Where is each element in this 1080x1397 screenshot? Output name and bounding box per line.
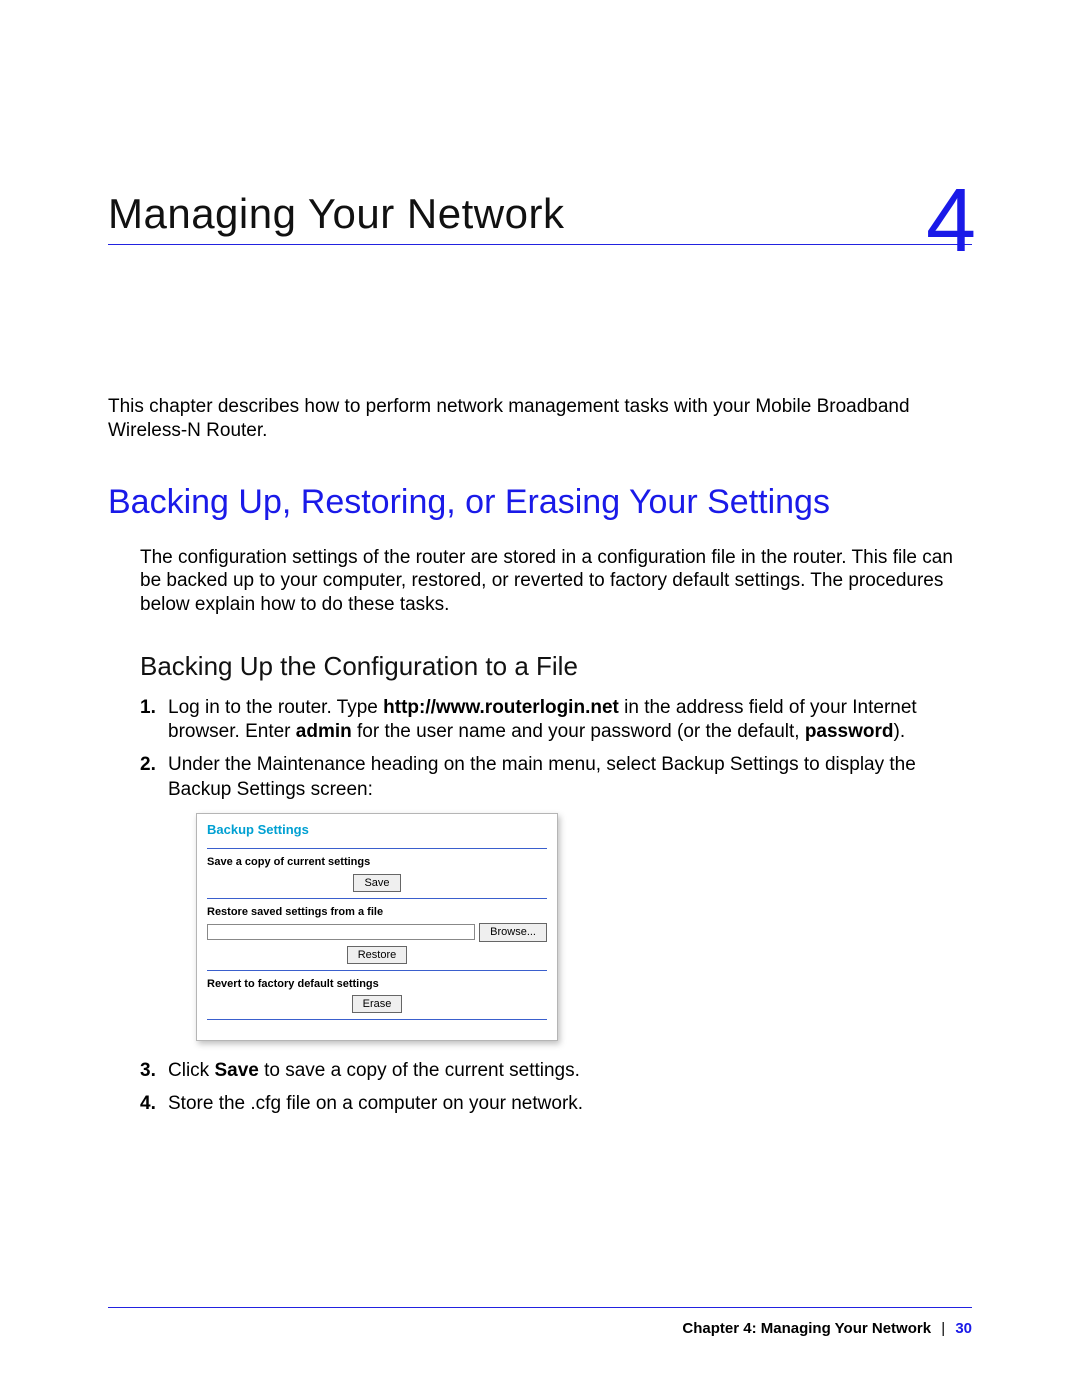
- chapter-intro: This chapter describes how to perform ne…: [108, 395, 972, 443]
- step-text-bold: http://www.routerlogin.net: [383, 697, 619, 718]
- step-item: Log in to the router. Type http://www.ro…: [140, 696, 972, 745]
- step-text: Store the .cfg file on a computer on you…: [168, 1093, 583, 1114]
- divider: [207, 1019, 547, 1020]
- step-text: Log in to the router. Type: [168, 697, 383, 718]
- restore-button[interactable]: Restore: [347, 946, 408, 964]
- chapter-header: Managing Your Network 4: [108, 190, 972, 245]
- save-row: Save: [207, 874, 547, 892]
- page-footer: Chapter 4: Managing Your Network | 30: [108, 1307, 972, 1337]
- section-intro: The configuration settings of the router…: [140, 546, 972, 617]
- backup-settings-screenshot: Backup Settings Save a copy of current s…: [196, 813, 558, 1042]
- restore-row: Restore: [207, 946, 547, 964]
- footer-chapter-label: Chapter 4: Managing Your Network: [682, 1320, 931, 1337]
- step-list: Log in to the router. Type http://www.ro…: [140, 696, 972, 1117]
- step-text: Click: [168, 1060, 214, 1081]
- revert-label: Revert to factory default settings: [207, 977, 547, 991]
- footer-page-number: 30: [955, 1320, 972, 1337]
- step-text: to save a copy of the current settings.: [259, 1060, 580, 1081]
- step-text-bold: password: [805, 721, 894, 742]
- step-text: for the user name and your password (or …: [352, 721, 805, 742]
- document-page: Managing Your Network 4 This chapter des…: [0, 0, 1080, 1397]
- divider: [207, 898, 547, 899]
- section-body: The configuration settings of the router…: [140, 546, 972, 1117]
- erase-row: Erase: [207, 995, 547, 1013]
- footer-line: Chapter 4: Managing Your Network | 30: [108, 1320, 972, 1337]
- browse-button[interactable]: Browse...: [479, 923, 547, 941]
- section-heading: Backing Up, Restoring, or Erasing Your S…: [108, 483, 972, 522]
- divider: [207, 848, 547, 849]
- file-row: Browse...: [207, 923, 547, 941]
- chapter-title: Managing Your Network: [108, 190, 564, 237]
- screenshot-title: Backup Settings: [207, 822, 547, 839]
- step-item: Store the .cfg file on a computer on you…: [140, 1092, 972, 1117]
- chapter-number: 4: [926, 176, 976, 266]
- step-text: Under the Maintenance heading on the mai…: [168, 754, 916, 800]
- footer-rule: [108, 1307, 972, 1308]
- step-text-bold: Save: [214, 1060, 258, 1081]
- restore-label: Restore saved settings from a file: [207, 905, 547, 919]
- erase-button[interactable]: Erase: [352, 995, 403, 1013]
- divider: [207, 970, 547, 971]
- file-path-input[interactable]: [207, 924, 475, 940]
- subsection-heading: Backing Up the Configuration to a File: [140, 651, 972, 682]
- footer-separator: |: [941, 1320, 945, 1337]
- step-item: Click Save to save a copy of the current…: [140, 1059, 972, 1084]
- save-copy-label: Save a copy of current settings: [207, 855, 547, 869]
- save-button[interactable]: Save: [353, 874, 400, 892]
- step-text: ).: [894, 721, 906, 742]
- step-item: Under the Maintenance heading on the mai…: [140, 753, 972, 1041]
- step-text-bold: admin: [296, 721, 352, 742]
